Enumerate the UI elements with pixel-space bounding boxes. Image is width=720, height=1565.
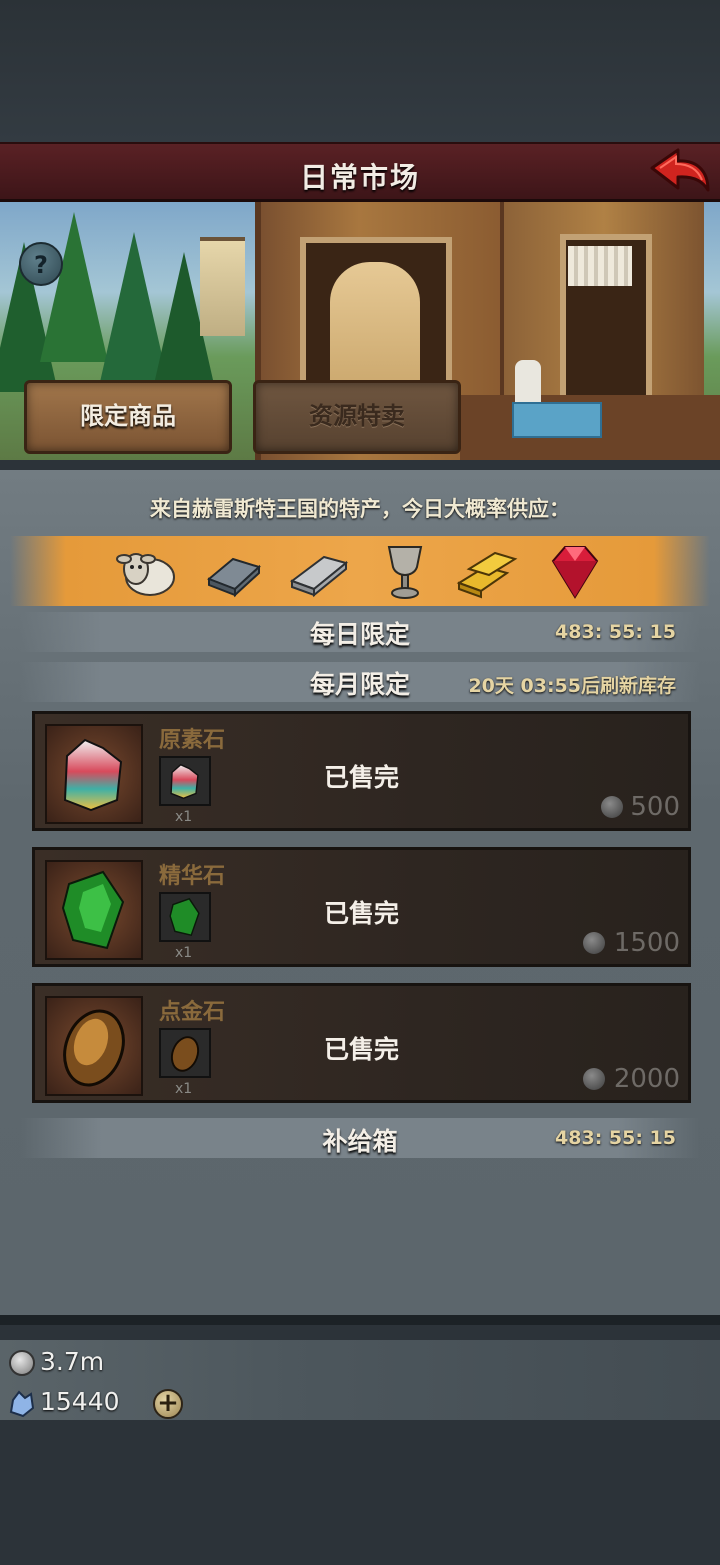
- plus-icon: +: [157, 1388, 179, 1418]
- shop-item-card[interactable]: 点金石 x1 已售完 2000: [32, 983, 691, 1103]
- sold-out-label: 已售完: [323, 899, 399, 928]
- status-area: [0, 0, 720, 142]
- item-price: 500: [630, 792, 680, 822]
- goods-box: [512, 402, 602, 438]
- tab-resource-sale[interactable]: 资源特卖: [253, 380, 461, 454]
- bottle-decoration: [515, 360, 541, 406]
- silver-coin-icon: [583, 932, 605, 954]
- silver-coin-icon: [583, 1068, 605, 1090]
- supply-box-timer: 483: 55: 15: [555, 1127, 676, 1149]
- item-name: 原素石: [159, 728, 226, 753]
- add-crystal-button[interactable]: +: [153, 1389, 183, 1419]
- ruby-icon: [543, 543, 603, 601]
- tab-label: 限定商品: [80, 402, 176, 430]
- supply-notice: 来自赫雷斯特王国的特产，今日大概率供应：: [150, 497, 570, 521]
- back-button[interactable]: [648, 146, 712, 198]
- item-name: 精华石: [159, 864, 226, 889]
- tab-label: 资源特卖: [309, 402, 405, 430]
- silver-coin-icon: [601, 796, 623, 818]
- item-price: 1500: [613, 928, 680, 958]
- gold-bars-icon: [455, 543, 518, 601]
- item-price: 2000: [613, 1064, 680, 1094]
- iron-ingot-icon: [203, 543, 263, 601]
- tab-limited-goods[interactable]: 限定商品: [24, 380, 232, 454]
- sold-out-label: 已售完: [323, 763, 399, 792]
- sheep-icon: [116, 543, 176, 601]
- item-quantity: x1: [175, 809, 193, 825]
- help-button[interactable]: ?: [19, 242, 63, 286]
- tree-decoration: [40, 212, 108, 362]
- silver-amount: 3.7m: [40, 1347, 105, 1376]
- shop-item-card[interactable]: 精华石 x1 已售完 1500: [32, 847, 691, 967]
- item-name: 点金石: [159, 1000, 226, 1025]
- crystal-icon: [9, 1390, 35, 1418]
- daily-limited-timer: 483: 55: 15: [555, 621, 676, 643]
- title-bar: 日常市场: [0, 142, 720, 202]
- silver-coin-icon: [9, 1350, 35, 1376]
- banner-flag: [200, 237, 245, 336]
- silver-bar-icon: [288, 543, 349, 601]
- red-back-arrow-icon: [650, 148, 710, 192]
- sold-out-label: 已售完: [323, 1035, 399, 1064]
- monthly-refresh-timer: 20天 03:55后刷新库存: [468, 675, 676, 697]
- item-quantity: x1: [175, 945, 193, 961]
- featured-goods-strip: [10, 536, 710, 606]
- goblet-icon: [375, 543, 435, 601]
- crystal-amount: 15440: [40, 1387, 120, 1416]
- bottom-area: [0, 1420, 720, 1565]
- page-title: 日常市场: [299, 161, 420, 194]
- shop-item-card[interactable]: 原素石 x1 已售完 500: [32, 711, 691, 831]
- item-quantity: x1: [175, 1081, 193, 1097]
- panel-divider: [0, 1315, 720, 1325]
- question-icon: ?: [34, 251, 48, 279]
- curtain: [568, 246, 632, 286]
